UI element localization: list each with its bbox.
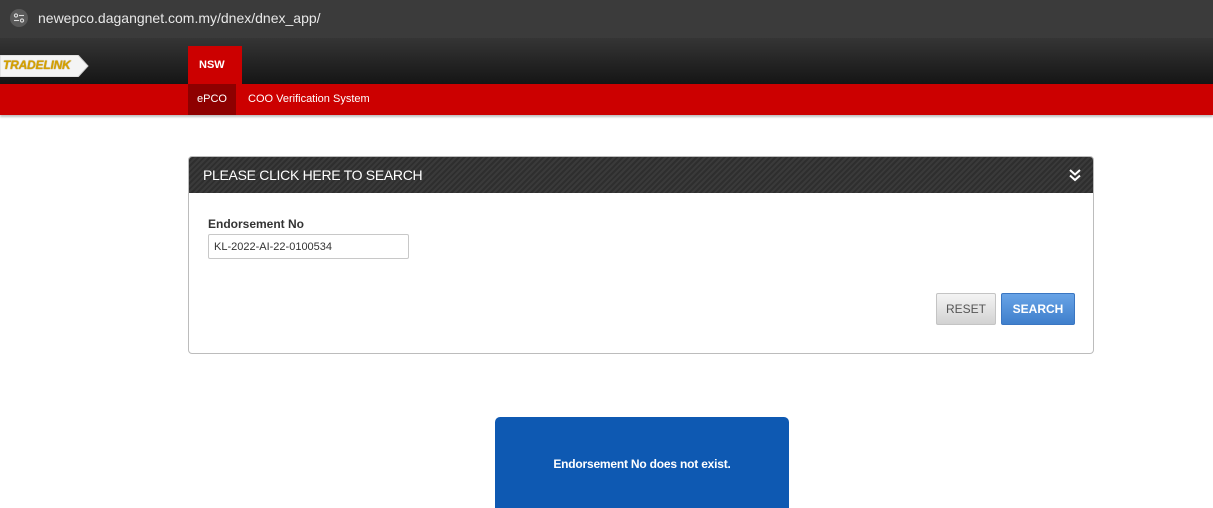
search-button[interactable]: SEARCH — [1001, 293, 1075, 325]
search-panel-title: PLEASE CLICK HERE TO SEARCH — [203, 167, 423, 183]
double-chevron-down-icon[interactable] — [1067, 167, 1083, 183]
tab-nsw[interactable]: NSW — [188, 46, 242, 84]
search-panel: PLEASE CLICK HERE TO SEARCH Endorsement … — [188, 156, 1094, 354]
sub-navigation — [0, 84, 1213, 115]
top-navigation — [0, 38, 1213, 84]
alert-message: Endorsement No does not exist. — [553, 457, 731, 471]
browser-url-bar: newepco.dagangnet.com.my/dnex/dnex_app/ — [0, 0, 1213, 38]
endorsement-no-input[interactable] — [208, 234, 409, 259]
tradelink-text: TRADELINK — [3, 58, 71, 72]
tune-icon[interactable] — [10, 9, 28, 27]
search-panel-header[interactable]: PLEASE CLICK HERE TO SEARCH — [189, 157, 1093, 193]
subnav-item-coo-verification[interactable]: COO Verification System — [248, 93, 370, 105]
reset-button[interactable]: RESET — [936, 293, 996, 325]
error-alert: Endorsement No does not exist. — [495, 417, 789, 508]
tradelink-logo[interactable]: TRADELINK — [0, 55, 89, 77]
url-text[interactable]: newepco.dagangnet.com.my/dnex/dnex_app/ — [38, 10, 321, 26]
endorsement-no-label: Endorsement No — [208, 217, 305, 231]
subnav-item-epco[interactable]: ePCO — [188, 84, 236, 115]
